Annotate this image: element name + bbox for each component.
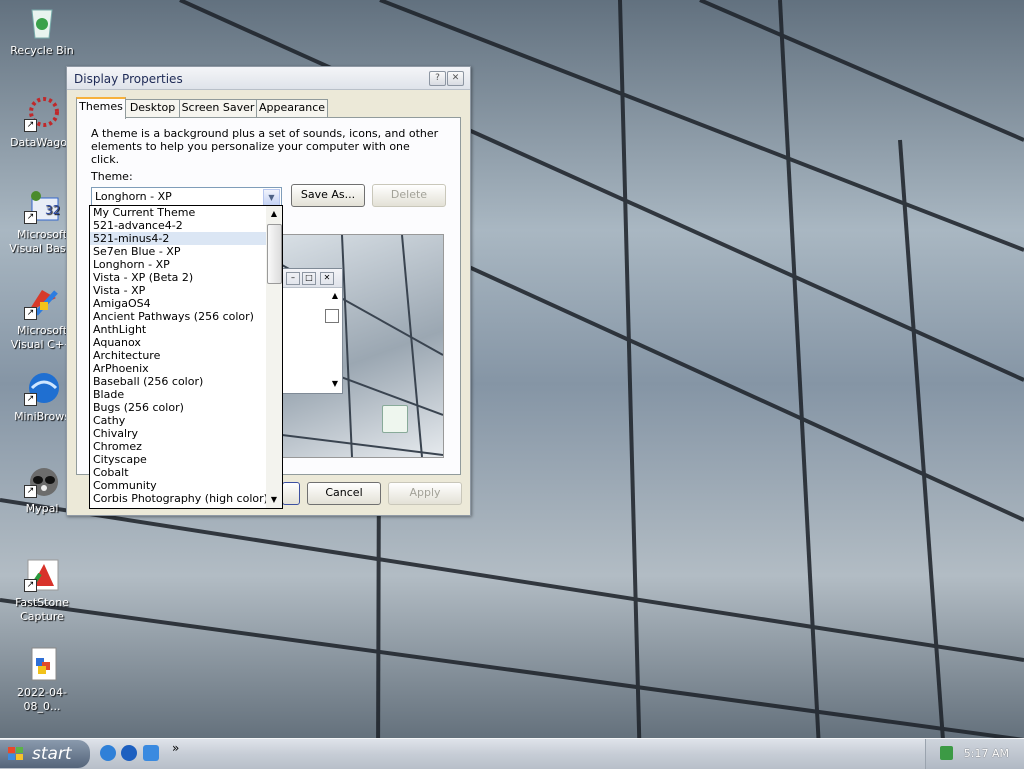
taskbar: start » 5:17 AM: [0, 738, 1024, 769]
maximize-icon: □: [302, 272, 316, 285]
ie-icon[interactable]: [143, 745, 159, 761]
dropdown-scrollbar[interactable]: ▲ ▼: [266, 206, 282, 508]
scroll-down-icon[interactable]: ▼: [266, 492, 282, 508]
quicklaunch-more-button[interactable]: »: [172, 741, 179, 755]
dropdown-item[interactable]: Blade: [90, 388, 282, 401]
dropdown-item[interactable]: Vista - XP (Beta 2): [90, 271, 282, 284]
theme-selected-value: Longhorn - XP: [95, 190, 172, 203]
window-title: Display Properties: [74, 72, 183, 86]
dropdown-item[interactable]: Chivalry: [90, 427, 282, 440]
image-file-icon: [24, 646, 60, 682]
scroll-thumb[interactable]: [267, 224, 282, 284]
dropdown-item[interactable]: Cathy: [90, 414, 282, 427]
dropdown-item[interactable]: Corbis Photography (high color): [90, 492, 282, 505]
visual-cpp-icon: ↗: [24, 284, 60, 320]
ok-button[interactable]: [282, 482, 300, 505]
dropdown-item[interactable]: Vista - XP: [90, 284, 282, 297]
tab-desktop[interactable]: Desktop: [125, 99, 180, 117]
minibrows-icon: ↗: [24, 370, 60, 406]
datawagon-icon: ↗: [24, 96, 60, 132]
delete-button[interactable]: Delete: [372, 184, 446, 207]
save-as-button[interactable]: Save As...: [291, 184, 365, 207]
dropdown-item[interactable]: Ancient Pathways (256 color): [90, 310, 282, 323]
recycle-bin-icon: [24, 4, 60, 40]
shortcut-arrow-icon: ↗: [24, 485, 37, 498]
system-tray: 5:17 AM: [925, 739, 1024, 769]
theme-label: Theme:: [91, 170, 133, 183]
dropdown-item[interactable]: Aquanox: [90, 336, 282, 349]
theme-dropdown-list[interactable]: My Current Theme 521-advance4-2 521-minus4…: [89, 205, 283, 509]
dropdown-item[interactable]: ArPhoenix: [90, 362, 282, 375]
dropdown-item[interactable]: Chromez: [90, 440, 282, 453]
dropdown-item[interactable]: Community: [90, 479, 282, 492]
start-button[interactable]: start: [0, 740, 90, 768]
recycle-bin-icon: [382, 405, 408, 433]
dropdown-item[interactable]: Cobalt: [90, 466, 282, 479]
preview-window: – □ ✕ ▲ ▼: [281, 268, 343, 394]
dropdown-item[interactable]: Se7en Blue - XP: [90, 245, 282, 258]
close-icon: ✕: [320, 272, 334, 285]
shortcut-arrow-icon: ↗: [24, 307, 37, 320]
tab-appearance[interactable]: Appearance: [256, 99, 328, 117]
svg-text:32: 32: [45, 203, 60, 217]
browser-icon[interactable]: [121, 745, 137, 761]
scroll-up-icon: ▲: [331, 291, 338, 300]
window-titlebar[interactable]: Display Properties ? ✕: [67, 67, 470, 90]
shortcut-arrow-icon: ↗: [24, 393, 37, 406]
dropdown-item[interactable]: AmigaOS4: [90, 297, 282, 310]
dropdown-item[interactable]: Longhorn - XP: [90, 258, 282, 271]
checkbox-icon: [325, 309, 339, 323]
dropdown-item[interactable]: Architecture: [90, 349, 282, 362]
dropdown-item[interactable]: Bugs (256 color): [90, 401, 282, 414]
clock[interactable]: 5:17 AM: [964, 747, 1009, 760]
minimize-icon: –: [286, 272, 300, 285]
themes-description: A theme is a background plus a set of so…: [91, 127, 439, 166]
windows-flag-icon: [8, 747, 23, 760]
cancel-button[interactable]: Cancel: [307, 482, 381, 505]
apply-button[interactable]: Apply: [388, 482, 462, 505]
faststone-capture-icon: ↗: [24, 556, 60, 592]
desktop-icon-recycle-bin[interactable]: Recycle Bin: [0, 4, 84, 58]
shortcut-arrow-icon: ↗: [24, 119, 37, 132]
tab-screen-saver[interactable]: Screen Saver: [179, 99, 257, 117]
dropdown-item[interactable]: Baseball (256 color): [90, 375, 282, 388]
scroll-down-icon: ▼: [331, 379, 338, 388]
dropdown-item[interactable]: Cityscape: [90, 453, 282, 466]
close-button[interactable]: ✕: [447, 71, 464, 86]
desktop-icon-image-file[interactable]: 2022-04-08_0...: [0, 646, 84, 714]
dropdown-item[interactable]: 521-minus4-2: [90, 232, 282, 245]
dropdown-item[interactable]: 521-advance4-2: [90, 219, 282, 232]
visual-basic-icon: 32 ↗: [24, 188, 60, 224]
help-button[interactable]: ?: [429, 71, 446, 86]
chevron-down-icon[interactable]: ▼: [263, 189, 280, 206]
network-icon[interactable]: [940, 746, 953, 760]
internet-explorer-icon[interactable]: [100, 745, 116, 761]
desktop-icon-label: FastStone Capture: [15, 596, 69, 623]
desktop-icon-faststone-capture[interactable]: ↗ FastStone Capture: [0, 556, 84, 624]
mypal-icon: ↗: [24, 462, 60, 498]
shortcut-arrow-icon: ↗: [24, 579, 37, 592]
scroll-up-icon[interactable]: ▲: [266, 206, 282, 222]
theme-combobox[interactable]: Longhorn - XP ▼: [91, 187, 282, 207]
desktop-icon-label: Recycle Bin: [10, 44, 74, 57]
shortcut-arrow-icon: ↗: [24, 211, 37, 224]
tab-themes[interactable]: Themes: [76, 97, 126, 119]
dropdown-item[interactable]: AnthLight: [90, 323, 282, 336]
dropdown-item[interactable]: My Current Theme: [90, 206, 282, 219]
desktop-icon-label: 2022-04-08_0...: [17, 686, 67, 713]
start-label: start: [32, 744, 72, 764]
